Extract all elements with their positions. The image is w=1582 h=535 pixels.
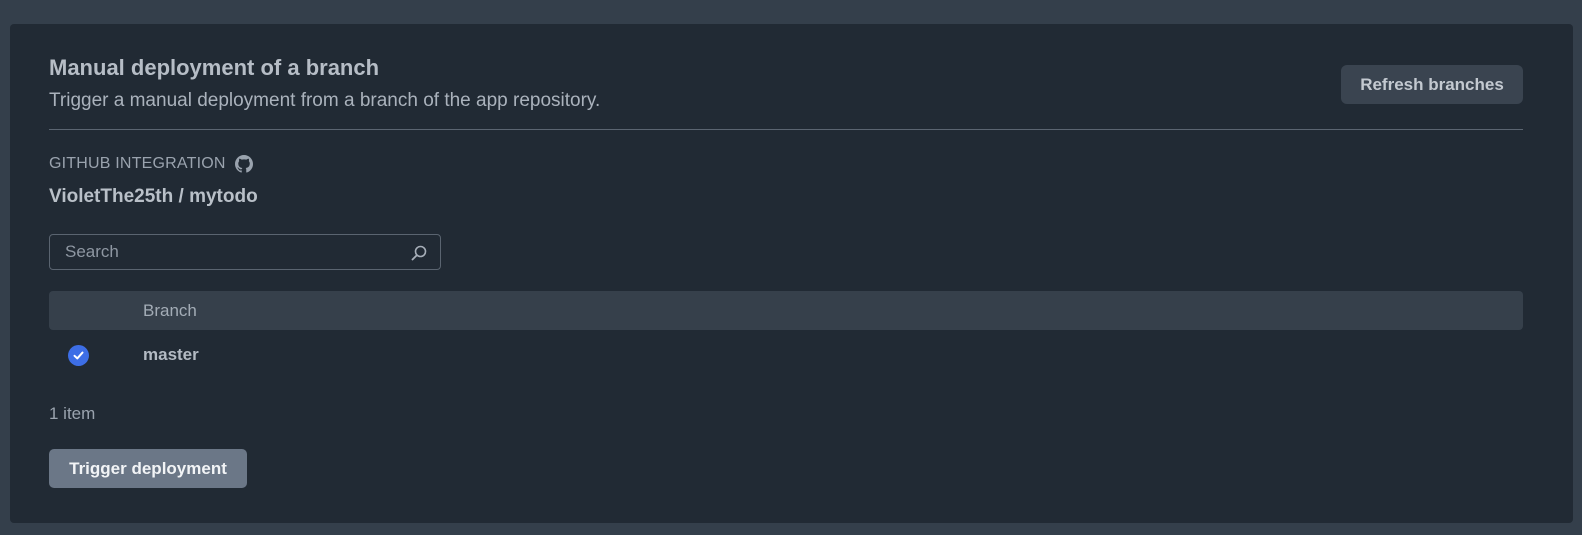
search-box xyxy=(49,234,441,270)
search-input[interactable] xyxy=(50,235,390,269)
page-subtitle: Trigger a manual deployment from a branc… xyxy=(49,90,601,111)
column-header-branch: Branch xyxy=(143,301,197,320)
github-integration-heading: GITHUB INTEGRATION xyxy=(49,155,253,173)
branch-selected-radio[interactable] xyxy=(68,345,89,366)
refresh-branches-button[interactable]: Refresh branches xyxy=(1341,65,1523,104)
checkmark-icon xyxy=(73,351,84,360)
table-row[interactable]: master xyxy=(49,333,1523,377)
manual-deployment-card: Manual deployment of a branch Trigger a … xyxy=(10,24,1573,523)
github-icon xyxy=(234,155,253,173)
branch-name: master xyxy=(143,345,199,364)
table-header: Branch xyxy=(49,291,1523,330)
repository-name: VioletThe25th / mytodo xyxy=(49,186,258,207)
page-title: Manual deployment of a branch xyxy=(49,55,380,80)
card-header: Manual deployment of a branch Trigger a … xyxy=(49,24,1523,130)
trigger-deployment-button[interactable]: Trigger deployment xyxy=(49,449,247,488)
item-count: 1 item xyxy=(49,404,96,423)
integration-label: GITHUB INTEGRATION xyxy=(49,155,226,172)
search-icon[interactable] xyxy=(410,244,428,262)
